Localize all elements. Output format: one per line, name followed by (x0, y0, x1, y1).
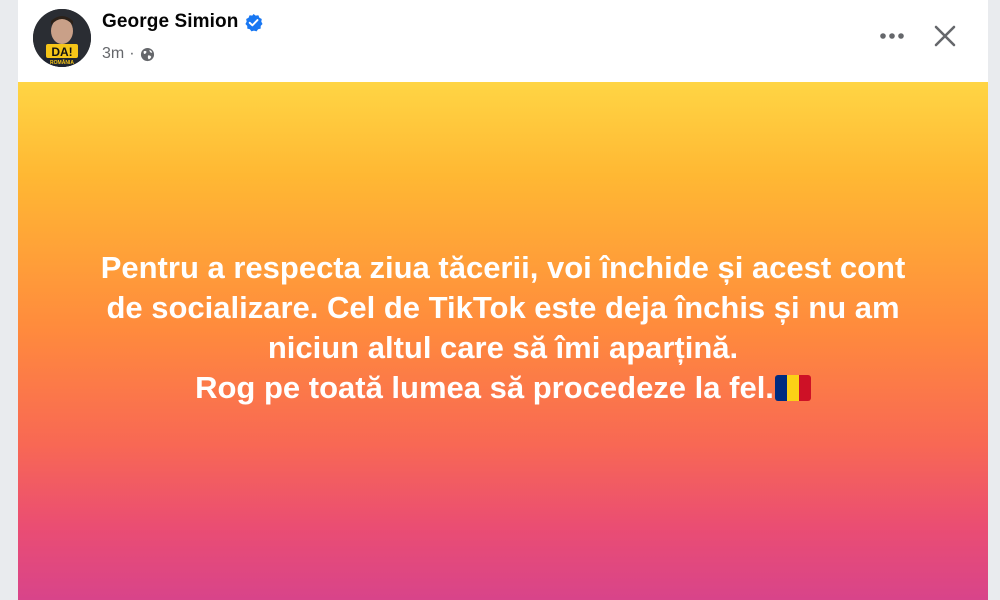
post-header: DA! ROMÂNIA George Simion 3m · (18, 0, 988, 82)
close-icon (934, 25, 956, 47)
post-text-line-3: niciun altul care să îmi aparțină. (267, 330, 739, 365)
post-timestamp[interactable]: 3m (102, 45, 124, 63)
post-meta: 3m · (102, 45, 155, 63)
close-button[interactable] (923, 14, 967, 58)
post-text-line-4: Rog pe toată lumea să procedeze la fel. (48, 368, 958, 408)
globe-icon[interactable] (140, 47, 155, 62)
post-text-line-4-text: Rog pe toată lumea să procedeze la fel. (195, 370, 774, 405)
avatar-text-main: DA! (51, 45, 72, 59)
more-horizontal-icon (880, 33, 904, 39)
author-row: George Simion (102, 11, 263, 33)
flag-stripe-blue (774, 375, 787, 401)
avatar-text-sub: ROMÂNIA (50, 59, 74, 66)
romania-flag-icon (774, 375, 811, 401)
author-avatar[interactable]: DA! ROMÂNIA (33, 9, 91, 67)
post-card: DA! ROMÂNIA George Simion 3m · Pentru a … (18, 0, 988, 600)
author-name[interactable]: George Simion (102, 11, 238, 33)
flag-stripe-red (798, 375, 811, 401)
post-menu-button[interactable] (870, 16, 914, 56)
post-text-line-2: de socializare. Cel de TikTok este deja … (106, 290, 900, 325)
post-text-line-1: Pentru a respecta ziua tăcerii, voi înch… (100, 250, 906, 285)
verified-badge-icon (244, 13, 263, 32)
post-body-text: Pentru a respecta ziua tăcerii, voi înch… (48, 248, 958, 408)
avatar-image: DA! ROMÂNIA (33, 9, 91, 67)
meta-separator: · (129, 45, 135, 62)
flag-stripe-yellow (786, 375, 799, 401)
